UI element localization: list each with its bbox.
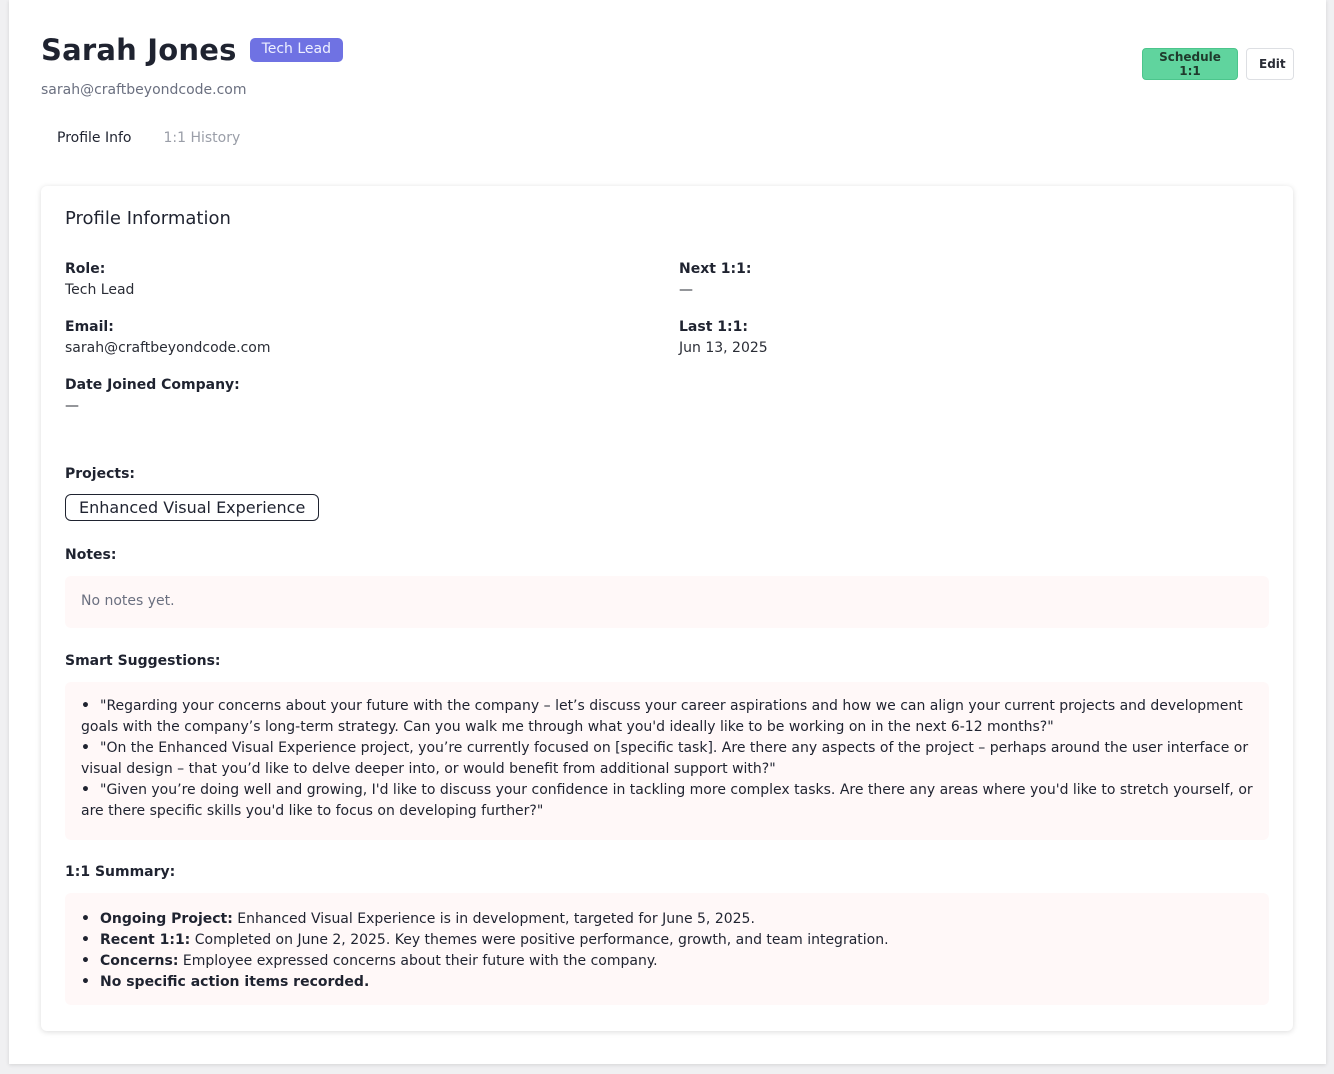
header-actions: Schedule 1:1 Edit bbox=[1142, 48, 1294, 80]
next-1on1-value: — bbox=[679, 282, 693, 298]
employee-profile-page: Sarah Jones Tech Lead sarah@craftbeyondc… bbox=[9, 0, 1326, 1064]
projects-label: Projects: bbox=[65, 466, 135, 482]
last-1on1-field: Last 1:1: Jun 13, 2025 bbox=[679, 318, 768, 357]
suggestion-text: "Regarding your concerns about your futu… bbox=[81, 698, 1243, 735]
list-item: • No specific action items recorded. bbox=[81, 972, 1253, 993]
suggestion-text: "On the Enhanced Visual Experience proje… bbox=[81, 740, 1249, 777]
smart-suggestions-box: • "Regarding your concerns about your fut… bbox=[65, 682, 1269, 840]
date-joined-label: Date Joined Company: bbox=[65, 377, 240, 393]
project-chip[interactable]: Enhanced Visual Experience bbox=[65, 494, 320, 521]
summary-label: 1:1 Summary: bbox=[65, 864, 176, 880]
employee-email: sarah@craftbeyondcode.com bbox=[41, 82, 247, 98]
list-item: • Recent 1:1: Completed on June 2, 2025. … bbox=[81, 930, 1253, 951]
bullet-icon: • bbox=[81, 782, 90, 798]
summary-item-heading: Concerns: bbox=[100, 953, 179, 969]
role-badge: Tech Lead bbox=[249, 38, 344, 62]
last-1on1-label: Last 1:1: bbox=[679, 319, 748, 335]
bullet-icon: • bbox=[81, 911, 90, 927]
summary-item-heading: Ongoing Project: bbox=[100, 911, 233, 927]
employee-name: Sarah Jones bbox=[41, 33, 237, 67]
date-joined-field: Date Joined Company: — bbox=[65, 376, 240, 415]
summary-item-text: Completed on June 2, 2025. Key themes we… bbox=[190, 932, 889, 948]
email-value: sarah@craftbeyondcode.com bbox=[65, 340, 271, 356]
summary-item-text: Employee expressed concerns about their … bbox=[178, 953, 658, 969]
smart-suggestions-label: Smart Suggestions: bbox=[65, 653, 221, 669]
next-1on1-field: Next 1:1: — bbox=[679, 260, 752, 299]
bullet-icon: • bbox=[81, 740, 90, 756]
role-field: Role: Tech Lead bbox=[65, 260, 134, 299]
profile-header: Sarah Jones Tech Lead sarah@craftbeyondc… bbox=[41, 32, 1294, 102]
bullet-icon: • bbox=[81, 974, 90, 990]
notes-text: No notes yet. bbox=[81, 593, 175, 609]
profile-tabs: Profile Info 1:1 History bbox=[41, 120, 256, 156]
notes-box: No notes yet. bbox=[65, 576, 1269, 628]
email-field: Email: sarah@craftbeyondcode.com bbox=[65, 318, 271, 357]
summary-item-text: Enhanced Visual Experience is in develop… bbox=[232, 911, 755, 927]
name-row: Sarah Jones Tech Lead bbox=[41, 32, 1294, 68]
schedule-1on1-button[interactable]: Schedule 1:1 bbox=[1142, 48, 1238, 80]
profile-information-card: Profile Information Role: Tech Lead Emai… bbox=[41, 186, 1293, 1031]
summary-item-heading: No specific action items recorded. bbox=[100, 974, 370, 990]
next-1on1-label: Next 1:1: bbox=[679, 261, 752, 277]
list-item: • "Regarding your concerns about your fut… bbox=[81, 696, 1253, 738]
edit-button[interactable]: Edit bbox=[1246, 48, 1294, 80]
tab-profile-info[interactable]: Profile Info bbox=[41, 120, 147, 156]
summary-list: • Ongoing Project: Enhanced Visual Experi… bbox=[81, 909, 1253, 993]
bullet-icon: • bbox=[81, 932, 90, 948]
suggestion-text: "Given you’re doing well and growing, I'… bbox=[81, 782, 1253, 819]
notes-label: Notes: bbox=[65, 547, 117, 563]
list-item: • Concerns: Employee expressed concerns a… bbox=[81, 951, 1253, 972]
list-item: • "On the Enhanced Visual Experience proj… bbox=[81, 738, 1253, 780]
bullet-icon: • bbox=[81, 953, 90, 969]
last-1on1-value: Jun 13, 2025 bbox=[679, 340, 768, 356]
card-title: Profile Information bbox=[65, 208, 231, 229]
date-joined-value: — bbox=[65, 398, 79, 414]
summary-box: • Ongoing Project: Enhanced Visual Experi… bbox=[65, 893, 1269, 1005]
email-label: Email: bbox=[65, 319, 114, 335]
summary-item-heading: Recent 1:1: bbox=[100, 932, 191, 948]
tab-1on1-history[interactable]: 1:1 History bbox=[147, 120, 256, 156]
list-item: • Ongoing Project: Enhanced Visual Experi… bbox=[81, 909, 1253, 930]
list-item: • "Given you’re doing well and growing, I… bbox=[81, 780, 1253, 822]
role-label: Role: bbox=[65, 261, 106, 277]
suggestions-list: • "Regarding your concerns about your fut… bbox=[81, 696, 1253, 822]
bullet-icon: • bbox=[81, 698, 90, 714]
role-value: Tech Lead bbox=[65, 282, 135, 298]
